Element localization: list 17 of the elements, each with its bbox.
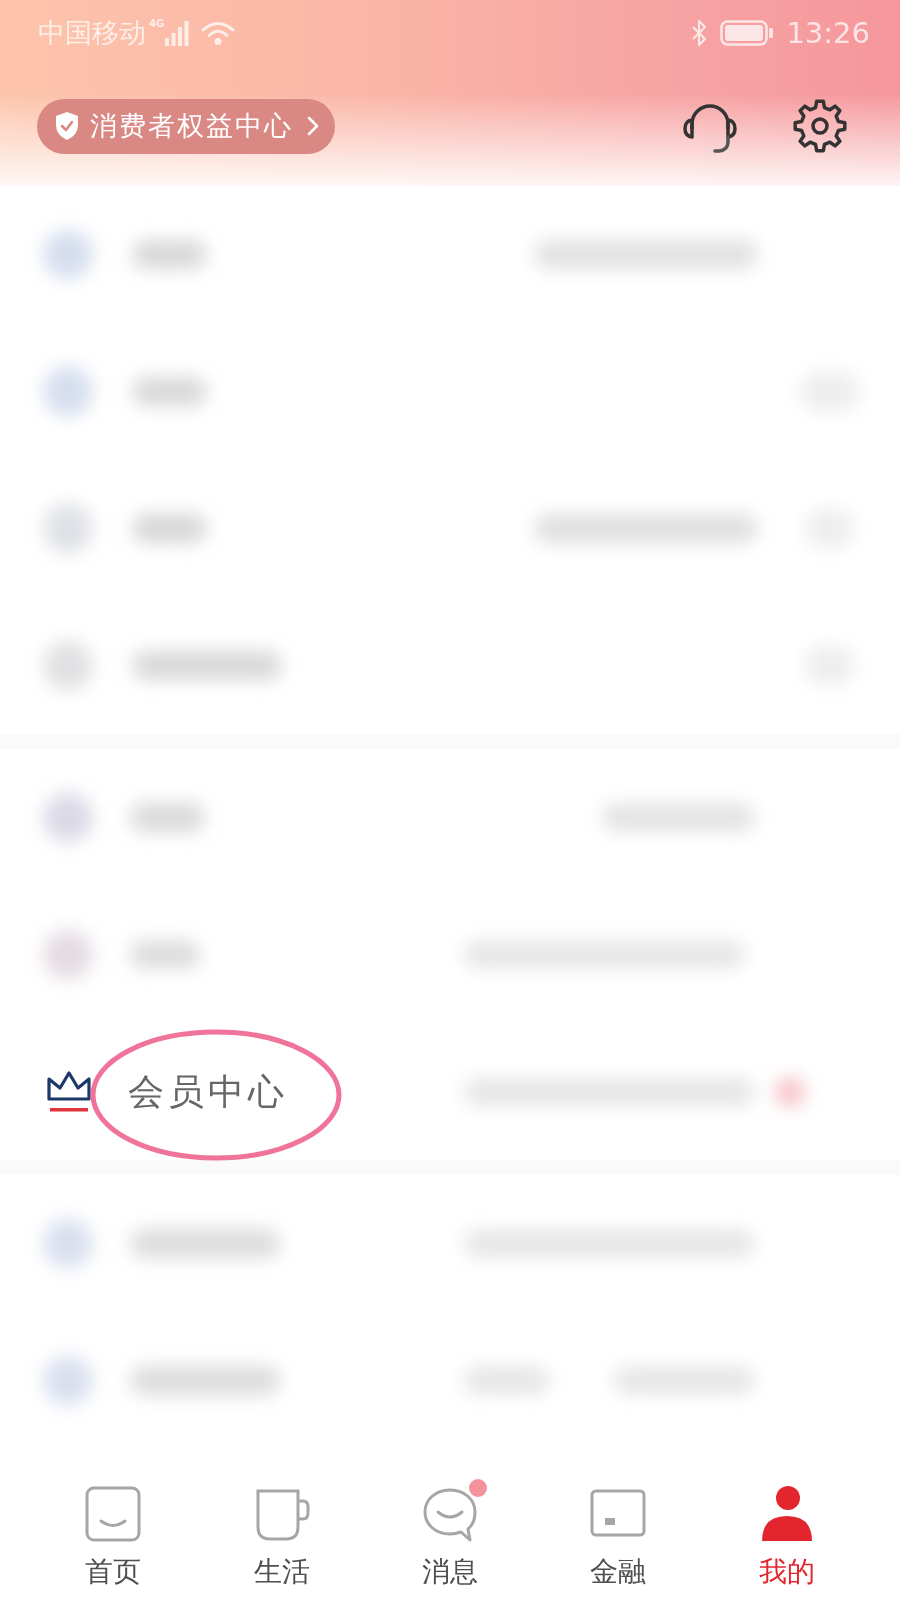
signal-icon xyxy=(165,20,190,46)
settings-icon[interactable] xyxy=(792,98,848,154)
wifi-icon xyxy=(201,20,236,46)
shield-check-icon xyxy=(55,111,79,141)
network-type: 4G xyxy=(149,18,165,29)
crown-icon xyxy=(45,1068,93,1115)
carrier-name: 中国移动 xyxy=(38,17,146,49)
chevron-right-icon xyxy=(306,116,320,136)
tab[interactable]: 金融 xyxy=(534,1449,703,1600)
tab[interactable]: 生活 xyxy=(197,1449,366,1600)
smiling-square-icon xyxy=(84,1485,143,1543)
bluetooth-icon xyxy=(691,19,708,47)
battery-icon xyxy=(720,20,775,46)
tab[interactable]: 首页 xyxy=(29,1449,198,1600)
clock-time: 13:26 xyxy=(786,16,870,50)
tab[interactable]: 消息 xyxy=(365,1449,535,1600)
tab[interactable]: 我的 xyxy=(702,1449,871,1600)
